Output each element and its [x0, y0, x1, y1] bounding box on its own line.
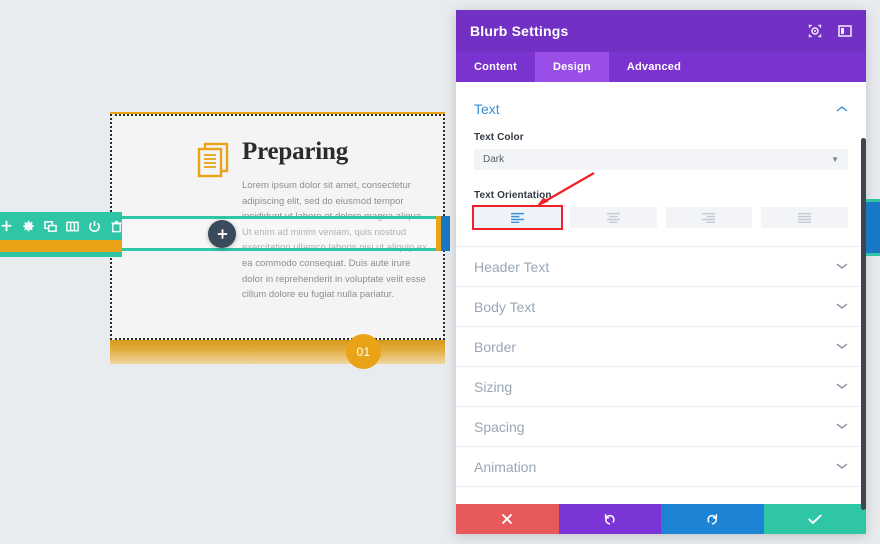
x-icon	[501, 513, 513, 525]
align-left-icon[interactable]	[472, 205, 563, 230]
check-icon	[808, 514, 822, 525]
documents-icon	[196, 140, 230, 178]
design-accordion: Header Text Body Text Border Sizing Spac…	[456, 246, 866, 487]
accordion-body-text[interactable]: Body Text	[456, 287, 866, 327]
tab-design[interactable]: Design	[534, 52, 609, 82]
undo-button[interactable]	[558, 504, 661, 534]
modal-tabs: Content Design Advanced	[456, 52, 866, 82]
duplicate-icon[interactable]	[43, 220, 57, 233]
accordion-label: Header Text	[474, 258, 550, 275]
text-color-select[interactable]: Dark ▼	[474, 149, 848, 170]
chevron-up-icon[interactable]	[836, 100, 848, 118]
section-number-badge: 01	[346, 334, 381, 369]
text-section-header[interactable]: Text	[474, 100, 848, 118]
panel-layout-icon[interactable]	[838, 24, 852, 38]
tab-content[interactable]: Content	[456, 52, 535, 82]
add-module-button[interactable]	[208, 220, 236, 248]
close-button[interactable]	[456, 504, 559, 534]
text-color-label: Text Color	[474, 132, 524, 143]
row-right-blue-strip	[441, 216, 450, 251]
power-icon[interactable]	[88, 220, 101, 233]
chevron-down-icon	[836, 381, 848, 393]
section-bottom-bar	[110, 340, 445, 364]
text-orientation-label: Text Orientation	[474, 190, 552, 201]
align-justify-icon[interactable]	[761, 207, 848, 228]
gear-icon[interactable]	[22, 220, 35, 233]
blurb-title: Preparing	[242, 138, 349, 165]
modal-title: Blurb Settings	[470, 23, 569, 39]
accordion-label: Animation	[474, 458, 537, 475]
add-icon[interactable]	[0, 220, 13, 233]
accordion-spacing[interactable]: Spacing	[456, 407, 866, 447]
page-preview-canvas: Preparing Lorem ipsum dolor sit amet, co…	[0, 0, 460, 544]
canvas-scrollbar[interactable]	[861, 138, 866, 510]
accordion-label: Sizing	[474, 378, 513, 395]
trash-icon[interactable]	[110, 220, 123, 233]
blurb-settings-modal: Blurb Settings Content Design Advanced T…	[456, 10, 866, 534]
text-color-value: Dark	[483, 154, 505, 165]
accordion-border[interactable]: Border	[456, 327, 866, 367]
text-orientation-button-group	[472, 205, 848, 230]
modal-header: Blurb Settings	[456, 10, 866, 52]
chevron-down-icon	[836, 261, 848, 273]
modal-body: Text Text Color Dark ▼ Text Orientation	[456, 82, 866, 504]
align-right-icon[interactable]	[665, 207, 753, 228]
redo-icon	[706, 513, 719, 526]
target-icon[interactable]	[808, 24, 822, 38]
blurb-body-text: Lorem ipsum dolor sit amet, consectetur …	[242, 180, 427, 301]
chevron-down-icon	[836, 341, 848, 353]
chevron-down-icon	[836, 421, 848, 433]
accordion-label: Body Text	[474, 298, 536, 315]
screen: Preparing Lorem ipsum dolor sit amet, co…	[0, 0, 880, 544]
columns-icon[interactable]	[65, 220, 79, 233]
accordion-header-text[interactable]: Header Text	[456, 247, 866, 287]
blurb-module[interactable]: Preparing Lorem ipsum dolor sit amet, co…	[110, 114, 445, 340]
tab-advanced[interactable]: Advanced	[609, 52, 699, 82]
modal-footer	[456, 504, 866, 534]
align-center-icon[interactable]	[569, 207, 657, 228]
row-toolbar[interactable]	[0, 212, 122, 240]
edge-blue-tab[interactable]	[866, 199, 880, 256]
undo-icon	[603, 513, 616, 526]
text-section: Text Text Color Dark ▼ Text Orientation	[456, 82, 866, 230]
accordion-animation[interactable]: Animation	[456, 447, 866, 487]
chevron-down-icon: ▼	[831, 155, 839, 164]
modal-header-actions	[808, 24, 852, 38]
accordion-sizing[interactable]: Sizing	[456, 367, 866, 407]
accordion-label: Spacing	[474, 418, 525, 435]
redo-button[interactable]	[661, 504, 764, 534]
chevron-down-icon	[836, 461, 848, 473]
blurb-header: Preparing	[196, 134, 421, 178]
accordion-label: Border	[474, 338, 517, 355]
row-orange-underbar	[0, 240, 122, 252]
text-section-title: Text	[474, 101, 500, 117]
chevron-down-icon	[836, 301, 848, 313]
save-button[interactable]	[763, 504, 866, 534]
row-teal-underbar	[0, 252, 122, 257]
